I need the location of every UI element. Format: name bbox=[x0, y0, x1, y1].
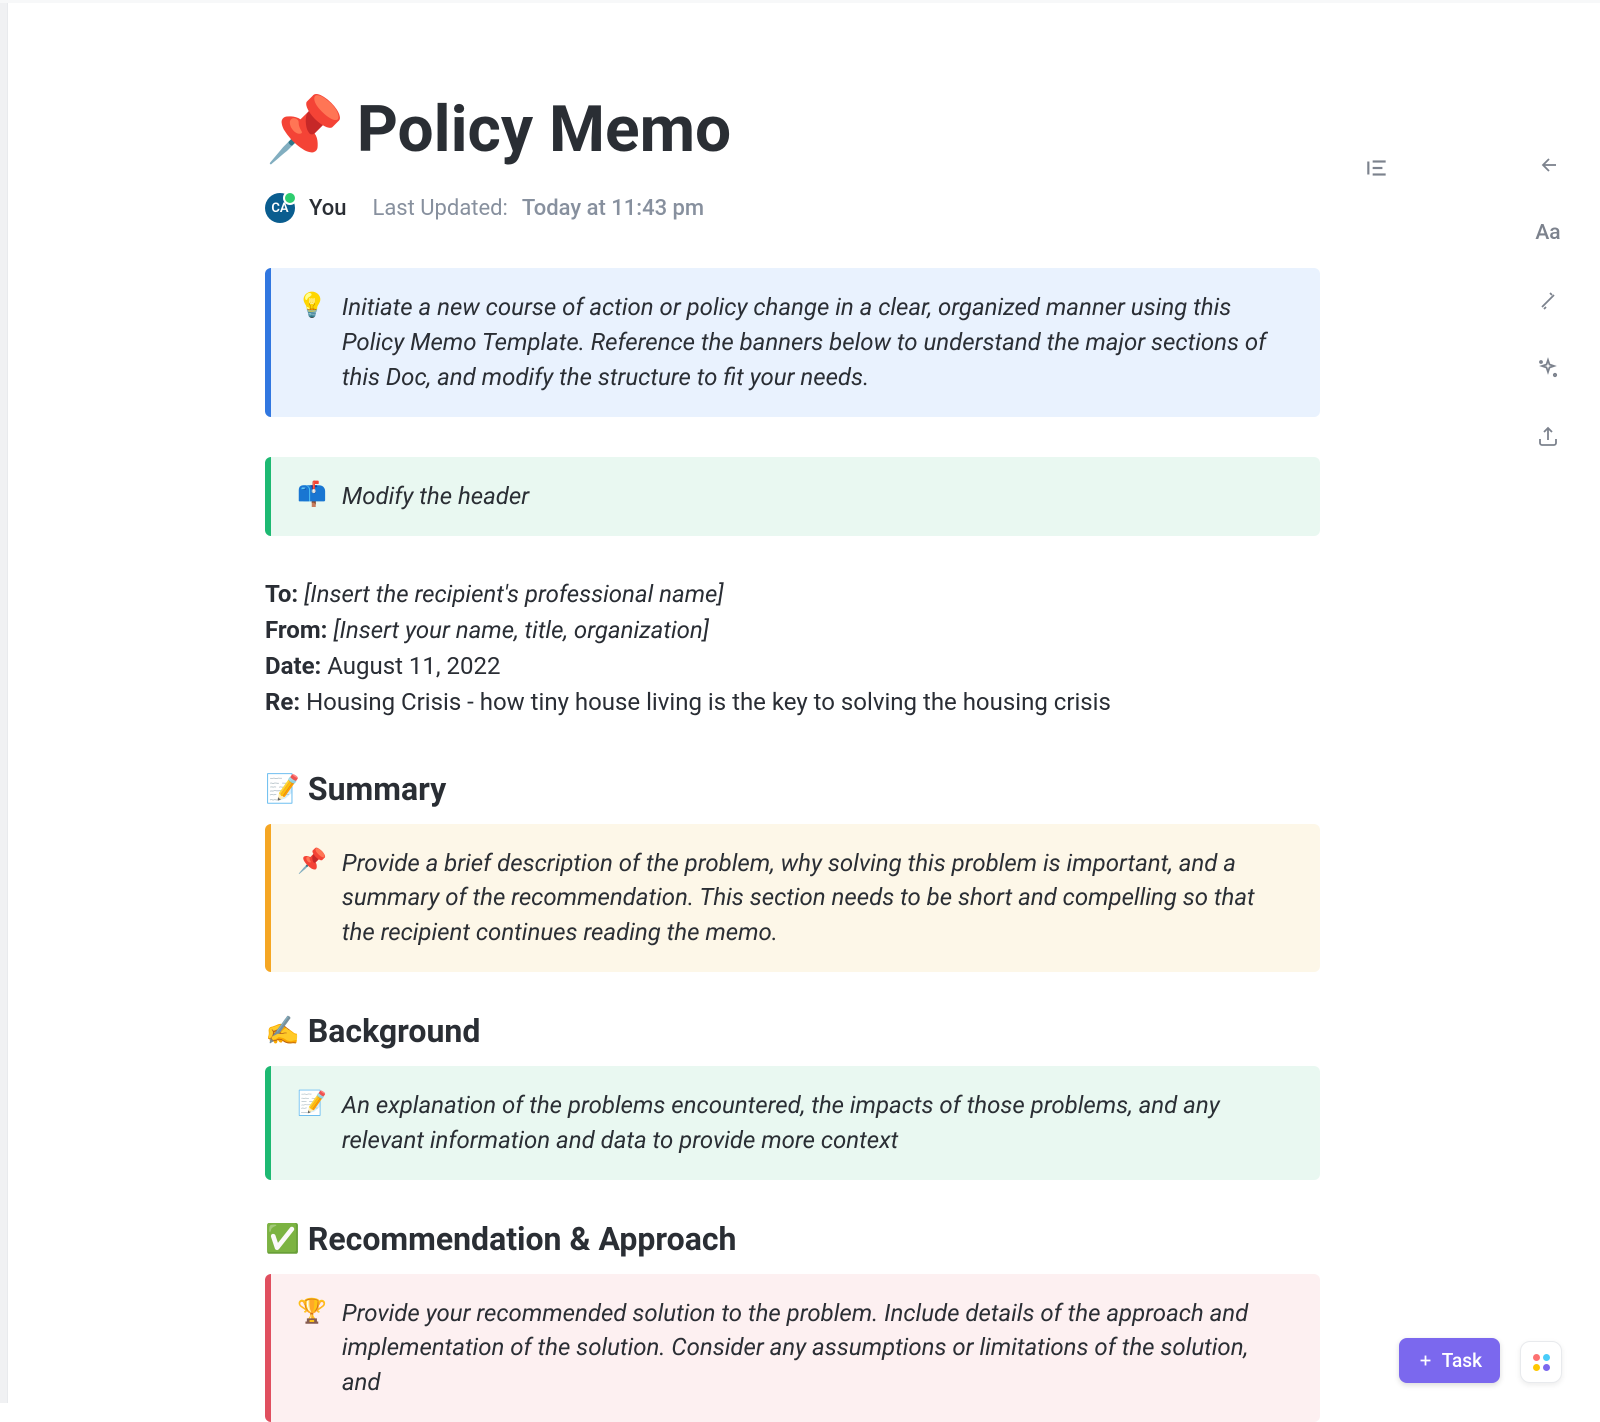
from-label: From: bbox=[265, 616, 327, 644]
section-recommendation-title: Recommendation & Approach bbox=[308, 1220, 737, 1258]
memo-header-fields[interactable]: To: [Insert the recipient's professional… bbox=[265, 576, 1320, 720]
page-title[interactable]: 📌 Policy Memo bbox=[265, 95, 1320, 165]
pushpin-icon: 📌 bbox=[265, 95, 345, 165]
updated-label: Last Updated: bbox=[372, 196, 507, 221]
avatar[interactable]: CA bbox=[265, 193, 295, 223]
banner-background-tip[interactable]: 📝 An explanation of the problems encount… bbox=[265, 1066, 1320, 1180]
section-background-title: Background bbox=[308, 1012, 480, 1050]
banner-header-tip[interactable]: 📫 Modify the header bbox=[265, 457, 1320, 536]
sparkle-button[interactable] bbox=[1533, 354, 1563, 384]
doc-meta-row: CA You Last Updated: Today at 11:43 pm bbox=[265, 193, 1320, 223]
left-edge-strip bbox=[0, 0, 8, 1403]
right-toolbar: Aa bbox=[1526, 150, 1570, 452]
to-label: To: bbox=[265, 580, 298, 608]
date-label: Date: bbox=[265, 652, 321, 680]
top-edge-strip bbox=[0, 0, 1600, 3]
banner-intro[interactable]: 💡 Initiate a new course of action or pol… bbox=[265, 268, 1320, 416]
section-summary-heading[interactable]: 📝 Summary bbox=[265, 770, 1320, 808]
section-summary-title: Summary bbox=[308, 770, 446, 808]
apps-grid-icon bbox=[1533, 1354, 1550, 1371]
pushpin-icon: 📌 bbox=[297, 846, 327, 877]
banner-background-text: An explanation of the problems encounter… bbox=[342, 1088, 1292, 1158]
apps-menu-button[interactable] bbox=[1520, 1341, 1562, 1383]
banner-recommendation-text: Provide your recommended solution to the… bbox=[342, 1296, 1292, 1400]
font-style-button[interactable]: Aa bbox=[1533, 218, 1563, 248]
page-title-text: Policy Memo bbox=[357, 95, 731, 165]
section-recommendation-heading[interactable]: ✅ Recommendation & Approach bbox=[265, 1220, 1320, 1258]
new-task-label: Task bbox=[1442, 1349, 1482, 1372]
banner-intro-text: Initiate a new course of action or polic… bbox=[342, 290, 1292, 394]
to-value: [Insert the recipient's professional nam… bbox=[304, 580, 723, 608]
notepad-icon: 📝 bbox=[297, 1088, 327, 1119]
from-value: [Insert your name, title, organization] bbox=[333, 616, 709, 644]
banner-summary-tip[interactable]: 📌 Provide a brief description of the pro… bbox=[265, 824, 1320, 972]
document-container: 📌 Policy Memo CA You Last Updated: Today… bbox=[265, 95, 1320, 1422]
writing-hand-icon: ✍️ bbox=[265, 1014, 300, 1047]
banner-summary-text: Provide a brief description of the probl… bbox=[342, 846, 1292, 950]
re-label: Re: bbox=[265, 688, 300, 716]
memo-icon: 📝 bbox=[265, 772, 300, 805]
author-name[interactable]: You bbox=[309, 196, 346, 221]
section-background-heading[interactable]: ✍️ Background bbox=[265, 1012, 1320, 1050]
share-button[interactable] bbox=[1533, 422, 1563, 452]
trophy-icon: 🏆 bbox=[297, 1296, 327, 1327]
re-value: Housing Crisis - how tiny house living i… bbox=[306, 688, 1111, 716]
outline-toggle-button[interactable] bbox=[1364, 155, 1390, 185]
checkmark-icon: ✅ bbox=[265, 1222, 300, 1255]
banner-recommendation-tip[interactable]: 🏆 Provide your recommended solution to t… bbox=[265, 1274, 1320, 1422]
lightbulb-icon: 💡 bbox=[297, 290, 327, 321]
font-aa-label: Aa bbox=[1535, 221, 1560, 245]
new-task-button[interactable]: Task bbox=[1399, 1338, 1500, 1383]
updated-value: Today at 11:43 pm bbox=[522, 196, 704, 221]
ai-assist-button[interactable] bbox=[1533, 286, 1563, 316]
date-value: August 11, 2022 bbox=[327, 652, 500, 680]
collapse-panel-button[interactable] bbox=[1533, 150, 1563, 180]
banner-header-text: Modify the header bbox=[342, 479, 529, 514]
mailbox-icon: 📫 bbox=[297, 479, 327, 510]
